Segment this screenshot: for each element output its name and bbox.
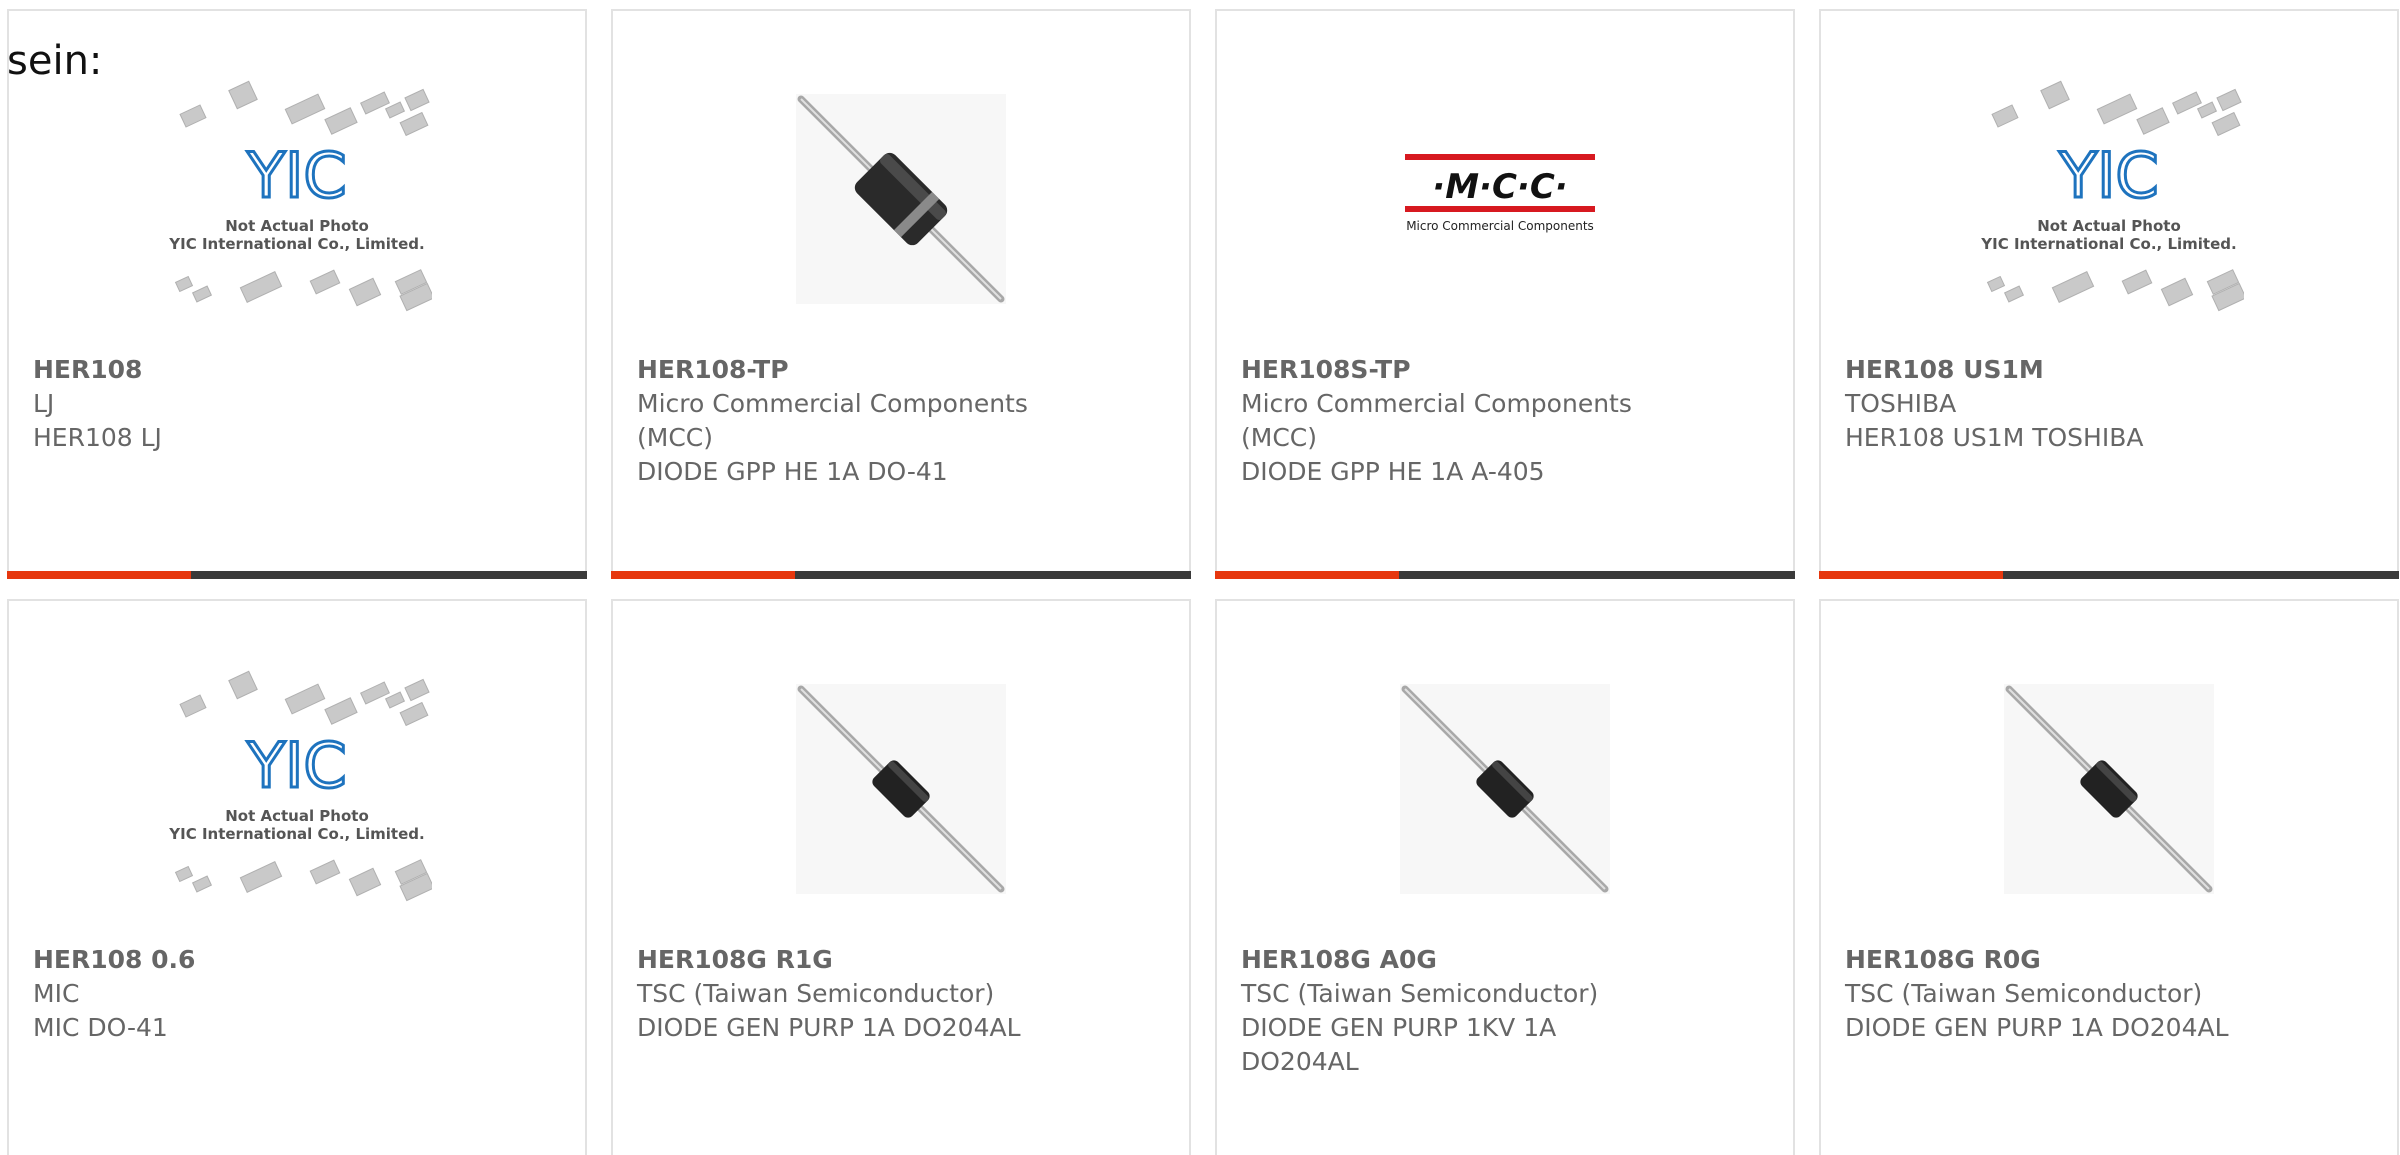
- product-image[interactable]: [613, 79, 1189, 319]
- product-image[interactable]: [1821, 669, 2397, 909]
- placeholder-company: YIC International Co., Limited.: [168, 235, 424, 253]
- manufacturer-name: TSC (Taiwan Semiconductor): [637, 979, 995, 1008]
- product-card[interactable]: HER108-TP Micro Commercial Components (MCC…: [611, 9, 1191, 579]
- product-card[interactable]: ·M·C·C· Micro Commercial Components HER108…: [1215, 9, 1795, 579]
- manufacturer-name: MIC: [33, 979, 80, 1008]
- product-description: DIODE GEN PURP 1A DO204AL: [637, 1013, 1021, 1042]
- product-description: MIC DO-41: [33, 1013, 168, 1042]
- product-grid-page: sein: YIC Not Actual Photo YIC Internation…: [0, 0, 2400, 1155]
- placeholder-caption: Not Actual Photo: [225, 807, 369, 825]
- product-description: DIODE GPP HE 1A DO-41: [637, 457, 948, 486]
- product-image[interactable]: [1217, 669, 1793, 909]
- part-number-link[interactable]: HER108: [33, 353, 561, 387]
- yic-logo: YIC: [2058, 139, 2158, 212]
- card-bottom-bar: [7, 571, 587, 579]
- part-number-link[interactable]: HER108G R0G: [1845, 943, 2373, 977]
- product-image[interactable]: YIC Not Actual Photo YIC International Co.…: [9, 669, 585, 909]
- card-accent-bar: [7, 571, 191, 579]
- manufacturer-name: TSC (Taiwan Semiconductor): [1845, 979, 2203, 1008]
- product-info: HER108G R0G TSC (Taiwan Semiconductor) DIO…: [1845, 943, 2373, 1045]
- mcc-logo-subtitle: Micro Commercial Components: [1406, 219, 1594, 233]
- card-accent-bar: [1819, 571, 2003, 579]
- product-description: DIODE GEN PURP 1A DO204AL: [1845, 1013, 2229, 1042]
- manufacturer-name: Micro Commercial Components: [637, 389, 1028, 418]
- card-bottom-bar: [611, 571, 1191, 579]
- diode-image: [1400, 684, 1610, 894]
- product-info: HER108G A0G TSC (Taiwan Semiconductor) DIO…: [1241, 943, 1769, 1079]
- yic-logo: YIC: [246, 729, 346, 802]
- mcc-logo-text: ·M·C·C·: [1432, 167, 1567, 207]
- product-description: DIODE GPP HE 1A A-405: [1241, 457, 1545, 486]
- product-description: DO204AL: [1241, 1047, 1359, 1076]
- yic-placeholder-image: YIC Not Actual PhotoYIC International Co.…: [1980, 80, 2244, 312]
- product-image[interactable]: YIC Not Actual Photo YIC International Co.…: [1821, 79, 2397, 319]
- product-description: (MCC): [1241, 423, 1317, 452]
- diode-image: [796, 684, 1006, 894]
- yic-placeholder-image: YIC Not Actual PhotoYIC International Co.…: [168, 80, 432, 312]
- manufacturer-name: TOSHIBA: [1845, 389, 1957, 418]
- product-card[interactable]: YIC Not Actual Photo YIC International Co.…: [7, 9, 587, 579]
- placeholder-caption: Not Actual Photo: [225, 217, 369, 235]
- product-image[interactable]: ·M·C·C· Micro Commercial Components: [1217, 79, 1793, 319]
- part-number-link[interactable]: HER108G R1G: [637, 943, 1165, 977]
- product-description: HER108 US1M TOSHIBA: [1845, 423, 2144, 452]
- part-number-link[interactable]: HER108 0.6: [33, 943, 561, 977]
- card-bottom-bar: [1819, 571, 2399, 579]
- manufacturer-name: Micro Commercial Components: [1241, 389, 1632, 418]
- product-description: HER108 LJ: [33, 423, 162, 452]
- product-info: HER108 0.6 MIC MIC DO-41: [33, 943, 561, 1045]
- diode-image: [2004, 684, 2214, 894]
- diode-image: [796, 94, 1006, 304]
- product-info: HER108 US1M TOSHIBA HER108 US1M TOSHIBA: [1845, 353, 2373, 455]
- product-card[interactable]: YIC Not Actual Photo YIC International Co.…: [7, 599, 587, 1155]
- product-card[interactable]: YIC Not Actual Photo YIC International Co.…: [1819, 9, 2399, 579]
- manufacturer-name: LJ: [33, 389, 55, 418]
- manufacturer-name: TSC (Taiwan Semiconductor): [1241, 979, 1599, 1008]
- product-info: HER108 LJ HER108 LJ: [33, 353, 561, 455]
- part-number-link[interactable]: HER108S-TP: [1241, 353, 1769, 387]
- mcc-logo: ·M·C·C· Micro Commercial Components: [1405, 154, 1595, 233]
- product-card[interactable]: HER108G A0G TSC (Taiwan Semiconductor) DIO…: [1215, 599, 1795, 1155]
- heading-fragment: sein:: [7, 38, 103, 84]
- product-image[interactable]: [613, 669, 1189, 909]
- part-number-link[interactable]: HER108-TP: [637, 353, 1165, 387]
- product-card[interactable]: HER108G R0G TSC (Taiwan Semiconductor) DIO…: [1819, 599, 2399, 1155]
- card-bottom-bar: [1215, 571, 1795, 579]
- yic-placeholder-image: YIC Not Actual PhotoYIC International Co.…: [168, 670, 432, 902]
- product-description: DIODE GEN PURP 1KV 1A: [1241, 1013, 1557, 1042]
- placeholder-company: YIC International Co., Limited.: [168, 825, 424, 843]
- yic-logo: YIC: [246, 139, 346, 212]
- card-accent-bar: [1215, 571, 1399, 579]
- product-info: HER108G R1G TSC (Taiwan Semiconductor) DIO…: [637, 943, 1165, 1045]
- product-info: HER108S-TP Micro Commercial Components (MC…: [1241, 353, 1769, 489]
- part-number-link[interactable]: HER108G A0G: [1241, 943, 1769, 977]
- product-card[interactable]: HER108G R1G TSC (Taiwan Semiconductor) DIO…: [611, 599, 1191, 1155]
- product-image[interactable]: YIC Not Actual Photo YIC International Co.…: [9, 79, 585, 319]
- product-description: (MCC): [637, 423, 713, 452]
- placeholder-company: YIC International Co., Limited.: [1980, 235, 2236, 253]
- placeholder-caption: Not Actual Photo: [2037, 217, 2181, 235]
- part-number-link[interactable]: HER108 US1M: [1845, 353, 2373, 387]
- card-accent-bar: [611, 571, 795, 579]
- product-info: HER108-TP Micro Commercial Components (MCC…: [637, 353, 1165, 489]
